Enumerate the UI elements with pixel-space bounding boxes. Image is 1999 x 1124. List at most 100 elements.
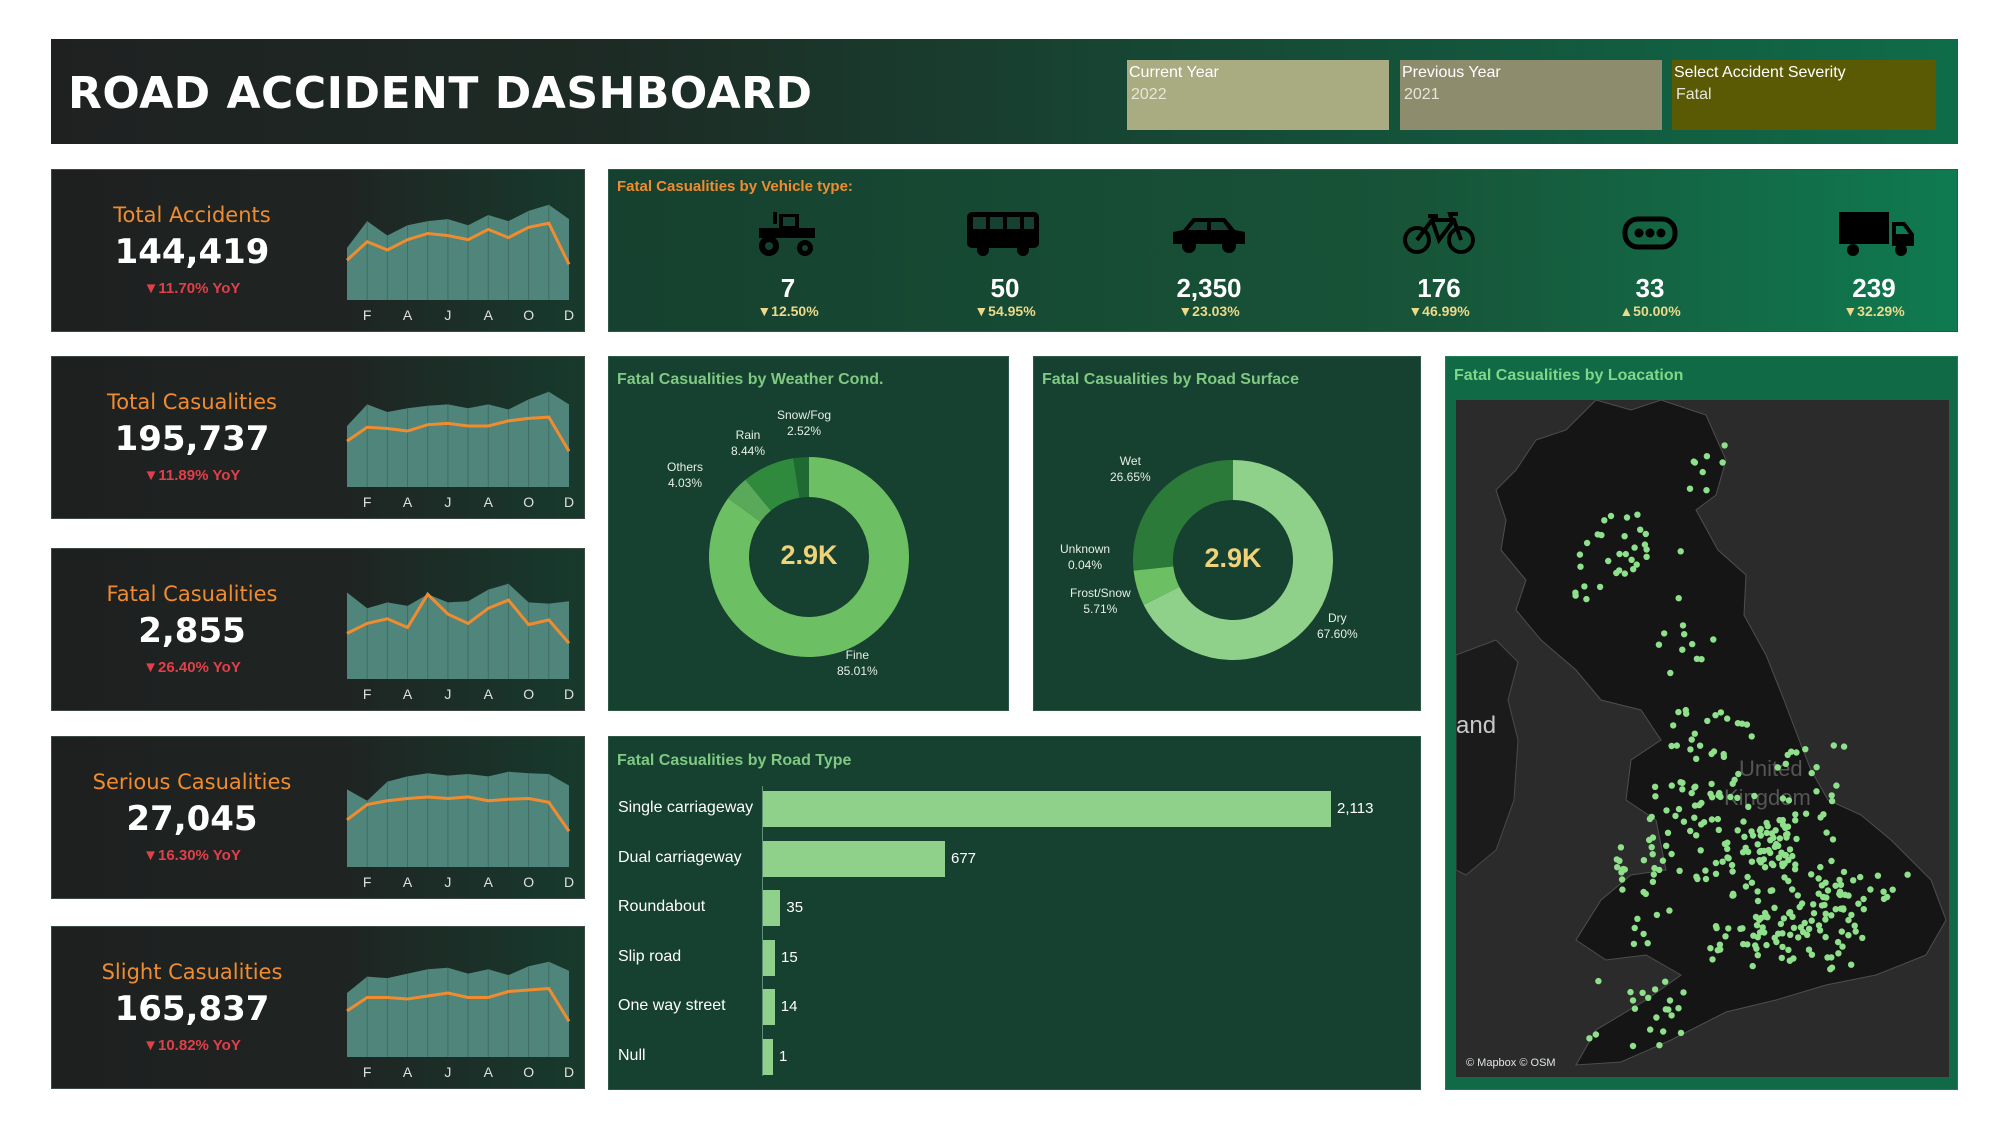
location-point [1709,956,1716,963]
location-point [1670,722,1677,729]
location-point [1668,1012,1675,1019]
location-point [1822,910,1829,917]
location-point [1785,946,1792,954]
location-point [1686,485,1694,492]
location-point [1672,812,1679,820]
location-point [1778,954,1785,962]
bar-one-way-street[interactable] [763,989,775,1025]
location-point [1833,782,1840,789]
road-surface-title: Fatal Casualities by Road Surface [1042,371,1299,388]
location-point [1696,801,1703,809]
location-point [1758,857,1765,864]
location-point [1820,893,1827,901]
location-point [1724,839,1731,846]
current-year-value: 2022 [1131,86,1167,103]
bar-value-label: 1 [779,1047,788,1065]
location-point [1836,876,1843,884]
bar-value-label: 35 [786,899,804,916]
bar-single-carriageway[interactable] [763,791,1331,827]
bar-null[interactable] [763,1038,773,1075]
location-point [1651,783,1659,790]
vehicle-type-panel: Fatal Casualities by Vehicle type: 7 ▼12… [608,169,1958,332]
location-point [1680,818,1688,825]
location-point [1724,854,1731,861]
location-point [1712,923,1720,930]
location-point [1757,832,1764,839]
location-point [1771,904,1778,911]
location-point [1577,563,1584,570]
map-text-united: United [1739,756,1803,781]
location-point [1707,945,1714,952]
location-point [1634,511,1641,518]
location-point [1777,920,1785,928]
location-point [1702,867,1709,874]
location-point [1782,760,1789,767]
location-point [1663,807,1670,814]
vehicle-value: 33 [1635,273,1665,303]
location-point [1619,886,1626,893]
current-year-filter[interactable]: Current Year 2022 [1127,60,1389,130]
location-point [1748,879,1756,886]
location-point [1845,932,1852,939]
location-point [1840,868,1848,876]
x-tick-label: O [523,874,534,889]
location-point [1662,978,1669,985]
location-point [1796,903,1803,911]
location-point [1679,779,1686,786]
location-point [1741,833,1748,840]
surface-label-dry: Dry 67.60% [1317,611,1358,641]
location-point [1785,797,1793,804]
weather-label-fine: Fine 85.01% [837,648,878,678]
location-point [1687,746,1694,753]
location-point [1860,895,1867,903]
location-point [1748,828,1755,835]
location-point [1698,821,1705,828]
location-point [1808,769,1815,777]
severity-value: Fatal [1676,86,1712,103]
location-point [1649,834,1657,841]
location-point [1728,861,1736,869]
location-point [1805,925,1813,932]
bar-value-label: 677 [950,849,977,867]
location-point [1586,1035,1593,1042]
location-point [1601,517,1608,524]
location-point [1750,932,1757,939]
bar-value-label: 2,113 [1337,800,1374,817]
location-point [1659,857,1667,864]
weather-label-others: Others 4.03% [667,460,704,490]
vehicle-value: 7 [780,273,796,303]
location-point [1805,946,1813,953]
x-tick-label: F [363,494,372,509]
location-point [1754,952,1761,959]
location-point [1828,954,1835,961]
location-point [1739,925,1746,932]
location-point [1708,780,1715,788]
bicycle-icon [1402,212,1476,256]
location-point [1719,858,1726,865]
bar-roundabout[interactable] [763,890,781,926]
location-point [1623,514,1631,521]
location-point [1721,442,1728,449]
truck-icon [1837,208,1917,258]
location-point [1792,817,1799,824]
location-point [1851,922,1858,929]
weather-center-value: 2.9K [780,540,838,570]
kpi-yoy: ▼16.30% YoY [143,847,241,864]
bar-slip-road[interactable] [763,939,776,976]
x-tick-label: D [564,686,574,701]
location-point [1631,544,1638,551]
bar-dual-carriageway[interactable] [763,840,945,877]
location-point [1629,997,1637,1004]
previous-year-area [347,391,569,487]
location-point [1694,875,1701,883]
uk-map[interactable]: and United Kingdom [1456,400,1949,1077]
location-point [1629,1042,1637,1050]
previous-year-filter[interactable]: Previous Year 2021 [1400,60,1662,130]
severity-filter[interactable]: Select Accident Severity Fatal [1672,60,1936,130]
location-point [1889,886,1896,893]
location-point [1656,1042,1663,1049]
location-point [1690,458,1697,465]
bus-icon [965,208,1041,258]
location-point [1852,928,1859,935]
location-point [1693,832,1700,839]
